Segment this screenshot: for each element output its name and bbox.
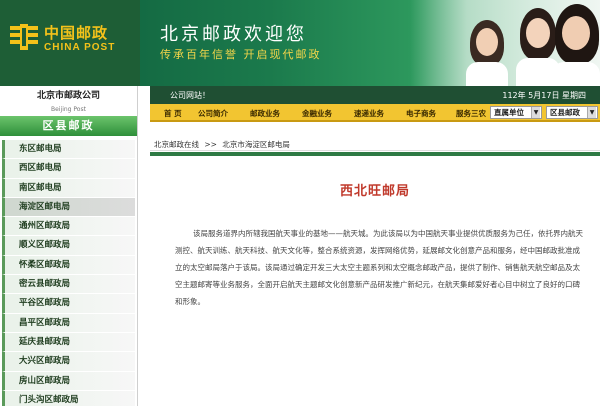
breadcrumb-root-link[interactable]: 北京邮政在线 bbox=[154, 140, 199, 149]
menu-e-commerce[interactable]: 电子商务 bbox=[406, 108, 436, 119]
slogan: 传承百年信誉 开启现代邮政 bbox=[160, 48, 322, 61]
sidebar-item-pinggu[interactable]: 平谷区邮政局 bbox=[2, 294, 135, 314]
district-list: 东区邮电局 西区邮电局 南区邮电局 海淀区邮电局 通州区邮政局 顺义区邮政局 怀… bbox=[0, 140, 137, 406]
article: 西北旺邮局 该局服务道界内所辖我国航天事业的基地——航天城。为此该局以为中国航天… bbox=[155, 160, 595, 406]
company-name-english: Beijing Post bbox=[51, 106, 86, 113]
china-post-emblem-icon bbox=[10, 24, 38, 50]
sidebar-item-daxing[interactable]: 大兴区邮政局 bbox=[2, 352, 135, 372]
sidebar-item-yanqing[interactable]: 延庆县邮政局 bbox=[2, 332, 135, 353]
menu-financial-business[interactable]: 金融业务 bbox=[302, 108, 332, 119]
chevron-down-icon: ▼ bbox=[531, 107, 540, 118]
sidebar-item-changping[interactable]: 昌平区邮政局 bbox=[2, 313, 135, 333]
info-bar: 公司网站！ 112年 5月17日 星期四 bbox=[150, 86, 600, 104]
header-banner: 中国邮政 CHINA POST 北京邮政欢迎您 传承百年信誉 开启现代邮政 bbox=[0, 0, 600, 86]
sidebar-item-nanqu[interactable]: 南区邮电局 bbox=[2, 178, 135, 198]
sidebar-item-dongqu[interactable]: 东区邮电局 bbox=[2, 140, 135, 160]
sidebar-item-mentougou[interactable]: 门头沟区邮政局 bbox=[2, 390, 135, 406]
sidebar-item-fangshan[interactable]: 房山区邮政局 bbox=[2, 371, 135, 391]
call-center-photo bbox=[410, 0, 600, 86]
logo-chinese-text: 中国邮政 bbox=[44, 24, 109, 42]
sidebar-item-huairou[interactable]: 怀柔区邮政局 bbox=[2, 255, 135, 276]
current-date: 112年 5月17日 星期四 bbox=[502, 91, 586, 100]
sidebar-item-shunyi[interactable]: 顺义区邮政局 bbox=[2, 236, 135, 256]
breadcrumb: 北京邮政在线 >> 北京市海淀区邮电局 bbox=[150, 135, 600, 151]
menu-express-business[interactable]: 速递业务 bbox=[354, 108, 384, 119]
district-select-value: 区县邮政 bbox=[550, 108, 580, 117]
site-notice: 公司网站！ bbox=[170, 91, 210, 100]
menu-company-intro[interactable]: 公司简介 bbox=[198, 108, 228, 119]
district-select[interactable]: 区县邮政 ▼ bbox=[546, 106, 598, 119]
district-section-header: 区县邮政 bbox=[0, 116, 137, 136]
sidebar: 北京市邮政公司 Beijing Post 区县邮政 东区邮电局 西区邮电局 南区… bbox=[0, 86, 138, 406]
main-menu: 首 页 公司简介 邮政业务 金融业务 速递业务 电子商务 服务三农 直属单位 ▼… bbox=[150, 104, 600, 122]
menu-postal-business[interactable]: 邮政业务 bbox=[250, 108, 280, 119]
logo-english-text: CHINA POST bbox=[44, 42, 116, 53]
article-title: 西北旺邮局 bbox=[339, 184, 410, 199]
breadcrumb-divider bbox=[150, 152, 600, 156]
logo[interactable]: 中国邮政 CHINA POST bbox=[0, 0, 140, 86]
menu-home[interactable]: 首 页 bbox=[164, 108, 182, 119]
menu-rural-services[interactable]: 服务三农 bbox=[456, 108, 486, 119]
breadcrumb-current-link[interactable]: 北京市海淀区邮电局 bbox=[222, 140, 290, 149]
welcome-heading: 北京邮政欢迎您 bbox=[160, 24, 307, 45]
article-body: 该局服务道界内所辖我国航天事业的基地——航天城。为此该局以为中国航天事业提供优质… bbox=[175, 229, 583, 306]
company-name: 北京市邮政公司 bbox=[36, 91, 100, 101]
breadcrumb-separator: >> bbox=[204, 140, 217, 149]
chevron-down-icon: ▼ bbox=[587, 107, 596, 118]
sidebar-item-tongzhou[interactable]: 通州区邮政局 bbox=[2, 217, 135, 237]
direct-units-select[interactable]: 直属单位 ▼ bbox=[490, 106, 542, 119]
direct-units-select-value: 直属单位 bbox=[494, 108, 524, 117]
sidebar-item-haidian[interactable]: 海淀区邮电局 bbox=[2, 197, 135, 218]
sidebar-item-xiqu[interactable]: 西区邮电局 bbox=[2, 159, 135, 179]
sidebar-item-miyun[interactable]: 密云县邮政局 bbox=[2, 275, 135, 295]
